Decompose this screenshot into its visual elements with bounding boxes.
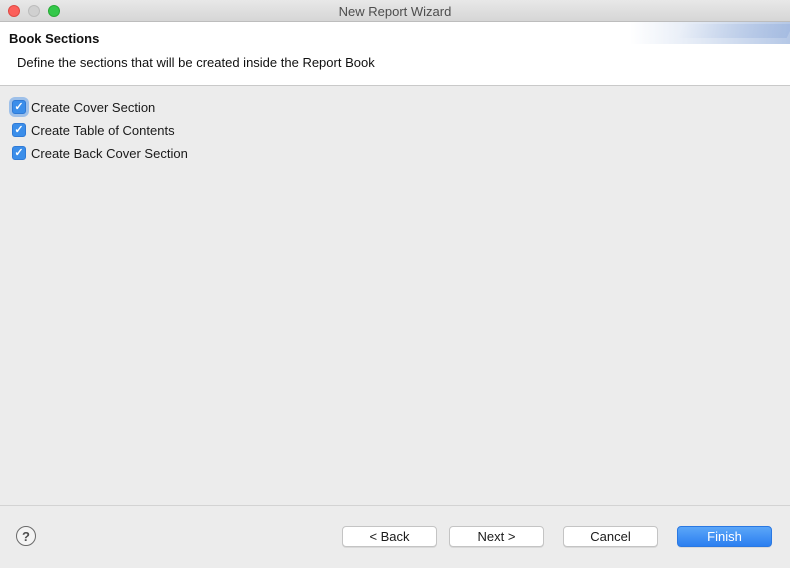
- cover-section-checkbox[interactable]: ✓: [12, 100, 26, 114]
- cover-section-option[interactable]: ✓ Create Cover Section: [12, 98, 155, 116]
- cancel-button[interactable]: Cancel: [563, 526, 658, 547]
- wizard-content: ✓ Create Cover Section ✓ Create Table of…: [0, 87, 790, 505]
- wizard-header: Book Sections Define the sections that w…: [0, 22, 790, 86]
- page-description: Define the sections that will be created…: [17, 55, 375, 70]
- table-of-contents-checkbox[interactable]: ✓: [12, 123, 26, 137]
- back-cover-section-label[interactable]: Create Back Cover Section: [31, 146, 188, 161]
- cover-section-label[interactable]: Create Cover Section: [31, 100, 155, 115]
- back-button[interactable]: < Back: [342, 526, 437, 547]
- footer-divider: [0, 505, 790, 506]
- window-title: New Report Wizard: [338, 4, 452, 19]
- page-title: Book Sections: [9, 31, 100, 46]
- next-button[interactable]: Next >: [449, 526, 544, 547]
- finish-button[interactable]: Finish: [677, 526, 772, 547]
- title-bar[interactable]: New Report Wizard: [0, 0, 790, 22]
- table-of-contents-label[interactable]: Create Table of Contents: [31, 123, 175, 138]
- help-icon[interactable]: ?: [16, 526, 36, 546]
- header-decoration-stripe: [676, 24, 790, 38]
- back-cover-section-checkbox[interactable]: ✓: [12, 146, 26, 160]
- table-of-contents-option[interactable]: ✓ Create Table of Contents: [12, 121, 175, 139]
- wizard-window: New Report Wizard Book Sections Define t…: [0, 0, 790, 568]
- back-cover-section-option[interactable]: ✓ Create Back Cover Section: [12, 144, 188, 162]
